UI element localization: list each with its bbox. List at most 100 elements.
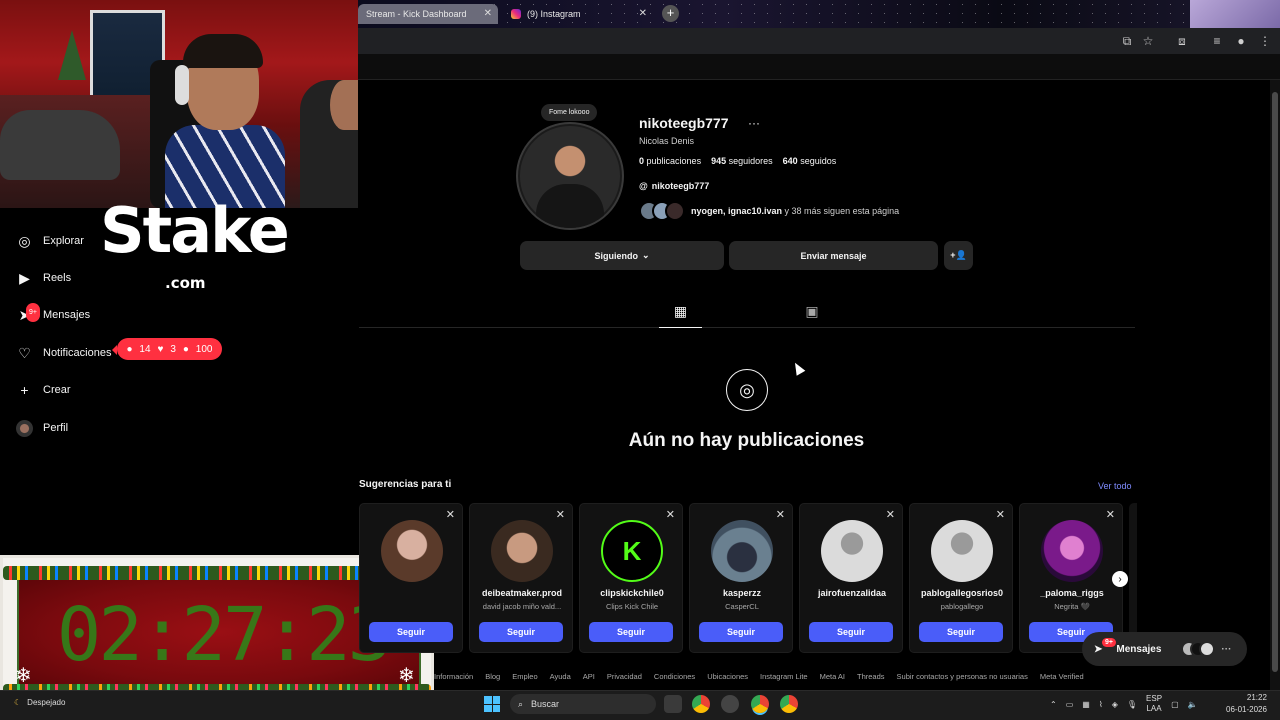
notification-pill[interactable]: ● 14 ♥ 3 ● 100 <box>112 338 222 360</box>
microphone-icon[interactable]: 🎙 <box>1127 700 1137 709</box>
profile-icon[interactable]: ● <box>1234 34 1248 48</box>
suggestion-subtitle: Negrita 🖤 <box>1054 602 1090 611</box>
chevron-right-icon[interactable]: › <box>1112 571 1128 587</box>
sidebar-item-notificaciones[interactable]: ♡ Notificaciones <box>16 341 111 365</box>
suggestion-card[interactable]: ✕ K clipskickchile0 Clips Kick Chile Seg… <box>579 503 683 653</box>
avatar-icon <box>16 419 33 437</box>
language-indicator[interactable]: ESP LAA <box>1146 694 1162 714</box>
kebab-menu-icon[interactable]: ⋮ <box>1258 34 1272 48</box>
chrome-active-icon[interactable] <box>751 695 769 713</box>
followed-by[interactable]: nyogen, ignac10.ivan y 38 más siguen est… <box>639 201 899 221</box>
close-icon[interactable]: ✕ <box>484 8 492 19</box>
dismiss-icon[interactable]: ✕ <box>886 508 895 521</box>
taskbar-search[interactable]: ⌕ Buscar <box>510 694 656 714</box>
suggestion-card[interactable]: ✕ _paloma_riggs Negrita 🖤 Seguir <box>1019 503 1123 653</box>
tray-app-icon[interactable]: ◈ <box>1112 700 1118 709</box>
follow-button[interactable]: Seguir <box>809 622 893 642</box>
footer-link[interactable]: Subir contactos y personas no usuarias <box>897 672 1028 686</box>
suggestion-card[interactable]: ✕ jairofuenzalidaa Seguir <box>799 503 903 653</box>
sidebar-item-label: Explorar <box>43 235 84 247</box>
avatar <box>1199 641 1216 657</box>
dismiss-icon[interactable]: ✕ <box>1106 508 1115 521</box>
followers-stat[interactable]: 945 seguidores <box>711 156 773 166</box>
more-options-icon[interactable]: ··· <box>748 116 760 130</box>
dismiss-icon[interactable]: ✕ <box>776 508 785 521</box>
messages-bubble[interactable]: ➤ 9+ Mensajes ··· <box>1082 632 1247 666</box>
dismiss-icon[interactable]: ✕ <box>446 508 455 521</box>
threads-link[interactable]: @ nikoteegb777 <box>639 181 709 191</box>
extensions-icon[interactable]: ⧈ <box>1175 34 1189 48</box>
chrome-profile-icon[interactable] <box>780 695 798 713</box>
sidebar-item-perfil[interactable]: Perfil <box>16 416 68 440</box>
following-stat[interactable]: 640 seguidos <box>783 156 837 166</box>
footer-link[interactable]: Meta Verified <box>1040 672 1084 686</box>
tab-posts[interactable]: ▦ <box>659 303 702 328</box>
follow-button[interactable]: Seguir <box>699 622 783 642</box>
dismiss-icon[interactable]: ✕ <box>996 508 1005 521</box>
suggestion-card[interactable]: ✕ deibeatmaker.prod david jacob miño val… <box>469 503 573 653</box>
send-message-button[interactable]: Enviar mensaje <box>729 241 938 270</box>
suggestion-username: kasperzz <box>722 588 762 598</box>
follow-button[interactable]: Seguir <box>589 622 673 642</box>
weather-widget[interactable]: ☾ Despejado <box>14 698 65 707</box>
footer-link[interactable]: Ayuda <box>550 672 571 686</box>
streamer <box>165 34 285 208</box>
obs-icon[interactable] <box>721 695 739 713</box>
profile-avatar[interactable] <box>516 122 624 230</box>
network-icon[interactable]: ▢ <box>1171 700 1179 709</box>
suggestion-card[interactable]: ✕ Seguir <box>359 503 463 653</box>
tab-instagram[interactable]: (9) Instagram ✕ <box>503 4 653 24</box>
profile-username: nikoteegb777 <box>639 115 729 131</box>
windows-start-button[interactable] <box>484 696 500 712</box>
scrollbar-thumb[interactable] <box>1272 92 1278 672</box>
footer-link[interactable]: Condiciones <box>654 672 695 686</box>
media-icon[interactable]: ≡ <box>1210 34 1224 48</box>
tab-label: (9) Instagram <box>527 9 581 19</box>
tray-app-icon[interactable]: ⌇ <box>1099 700 1103 709</box>
recent-chat-avatars <box>1181 641 1216 657</box>
close-icon[interactable]: ✕ <box>639 8 647 19</box>
follow-button[interactable]: Seguir <box>479 622 563 642</box>
dismiss-icon[interactable]: ✕ <box>556 508 565 521</box>
profile-note[interactable]: Fome lokooo <box>541 104 598 121</box>
suggestion-username: clipskickchile0 <box>600 588 664 598</box>
footer-link[interactable]: API <box>583 672 595 686</box>
mouse-cursor <box>790 360 806 376</box>
new-tab-button[interactable]: + <box>662 5 679 22</box>
follow-button[interactable]: Seguir <box>919 622 1003 642</box>
tab-tagged[interactable]: ▣ <box>800 303 824 325</box>
timer-text: 02:27:23 <box>56 592 392 678</box>
cast-icon[interactable]: ⧉ <box>1120 34 1134 48</box>
dismiss-icon[interactable]: ✕ <box>666 508 675 521</box>
footer-link[interactable]: Blog <box>485 672 500 686</box>
footer-link[interactable]: Empleo <box>512 672 537 686</box>
star-icon[interactable]: ☆ <box>1141 34 1155 48</box>
kick-logo-avatar: K <box>601 520 663 582</box>
tray-app-icon[interactable]: ▦ <box>1082 700 1090 709</box>
footer-link[interactable]: Instagram Lite <box>760 672 808 686</box>
tray-app-icon[interactable]: ▭ <box>1066 700 1074 709</box>
volume-icon[interactable]: 🔈 <box>1188 700 1198 709</box>
suggest-users-button[interactable]: +👤 <box>944 241 973 270</box>
sidebar-item-reels[interactable]: ▶ Reels <box>16 266 71 290</box>
suggestion-card[interactable]: ✕ kasperzz CasperCL Seguir <box>689 503 793 653</box>
sidebar-item-crear[interactable]: + Crear <box>16 378 70 402</box>
footer-link[interactable]: Threads <box>857 672 885 686</box>
chrome-icon[interactable] <box>692 695 710 713</box>
follow-button[interactable]: Seguir <box>369 622 453 642</box>
heart-icon: ♥ <box>157 343 164 355</box>
see-all-link[interactable]: Ver todo <box>1098 481 1132 491</box>
avatar <box>665 201 685 221</box>
taskbar-clock[interactable]: 21:22 06-01-2026 <box>1226 692 1267 716</box>
chevron-up-icon[interactable]: ⌃ <box>1050 700 1057 709</box>
sidebar-item-explorar[interactable]: ◎ Explorar <box>16 229 84 253</box>
sidebar-item-mensajes[interactable]: ➤ 9+ Mensajes <box>16 302 90 327</box>
following-button[interactable]: Siguiendo ⌄ <box>520 241 724 270</box>
task-view-icon[interactable] <box>664 695 682 713</box>
footer-link[interactable]: Privacidad <box>607 672 642 686</box>
footer-link[interactable]: Meta AI <box>820 672 845 686</box>
tab-kick-dashboard[interactable]: Stream - Kick Dashboard ✕ <box>358 4 498 24</box>
footer-link[interactable]: Ubicaciones <box>707 672 748 686</box>
suggestion-card[interactable]: ✕ pablogallegosrios0 pablogallego Seguir <box>909 503 1013 653</box>
footer-link[interactable]: Información <box>434 672 473 686</box>
